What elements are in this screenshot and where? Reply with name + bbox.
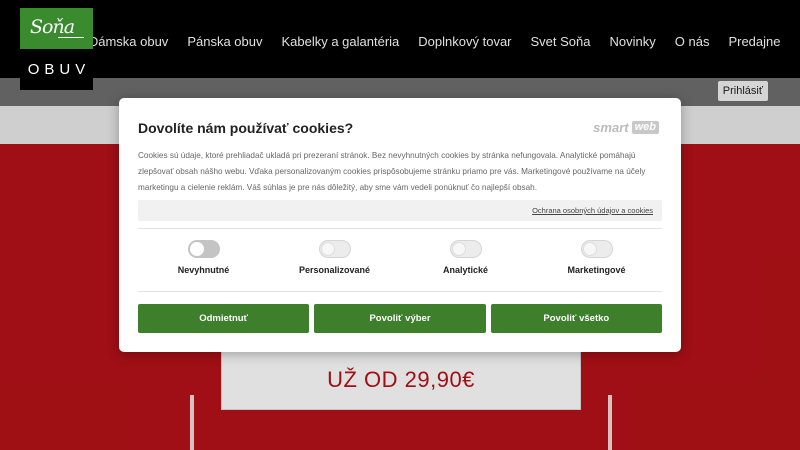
toggle-marketing[interactable] — [580, 240, 613, 258]
toggle-label-analytics: Analytické — [442, 265, 489, 275]
reject-button[interactable]: Odmietnuť — [138, 304, 310, 333]
allow-all-button[interactable]: Povoliť všetko — [490, 304, 662, 333]
toggle-label-marketing: Marketingové — [567, 265, 626, 275]
cookie-toggles: Nevyhnutné Personalizované Analytické Ma… — [138, 240, 662, 280]
cookie-consent-modal: Dovolíte nám používať cookies? smart web… — [119, 98, 681, 352]
toggle-knob — [451, 242, 466, 256]
toggle-knob — [189, 242, 204, 256]
divider-top — [138, 228, 662, 229]
toggle-label-necessary: Nevyhnutné — [177, 265, 230, 275]
privacy-bar: Ochrana osobných údajov a cookies — [138, 200, 662, 221]
cookie-buttons: Odmietnuť Povoliť výber Povoliť všetko — [138, 304, 662, 333]
modal-title: Dovolíte nám používať cookies? — [138, 120, 354, 136]
toggle-analytics[interactable] — [449, 240, 482, 258]
logo-label: OBUV — [27, 61, 91, 78]
toggle-group-personalized: Personalizované — [269, 240, 400, 275]
toggle-knob — [320, 242, 335, 256]
allow-selection-button[interactable]: Povoliť výber — [314, 304, 486, 333]
logo-script-text: Soňa — [30, 16, 75, 38]
divider-bottom — [138, 291, 662, 292]
toggle-necessary[interactable] — [187, 240, 220, 258]
privacy-policy-link[interactable]: Ochrana osobných údajov a cookies — [532, 206, 653, 215]
smartweb-logo-smart: smart — [593, 120, 629, 135]
logo-green-block: Soňa — [20, 8, 93, 49]
smartweb-logo: smart web — [593, 120, 659, 135]
toggle-group-necessary: Nevyhnutné — [138, 240, 269, 275]
toggle-personalized[interactable] — [318, 240, 351, 258]
toggle-knob — [582, 242, 597, 256]
cookie-description: Cookies sú údaje, ktoré prehliadač uklad… — [138, 151, 646, 192]
site-logo[interactable]: Soňa OBUV — [20, 8, 93, 90]
toggle-label-personalized: Personalizované — [298, 265, 371, 275]
smartweb-logo-web: web — [631, 121, 659, 134]
logo-underline — [58, 37, 84, 38]
toggle-group-analytics: Analytické — [400, 240, 531, 275]
toggle-group-marketing: Marketingové — [531, 240, 662, 275]
